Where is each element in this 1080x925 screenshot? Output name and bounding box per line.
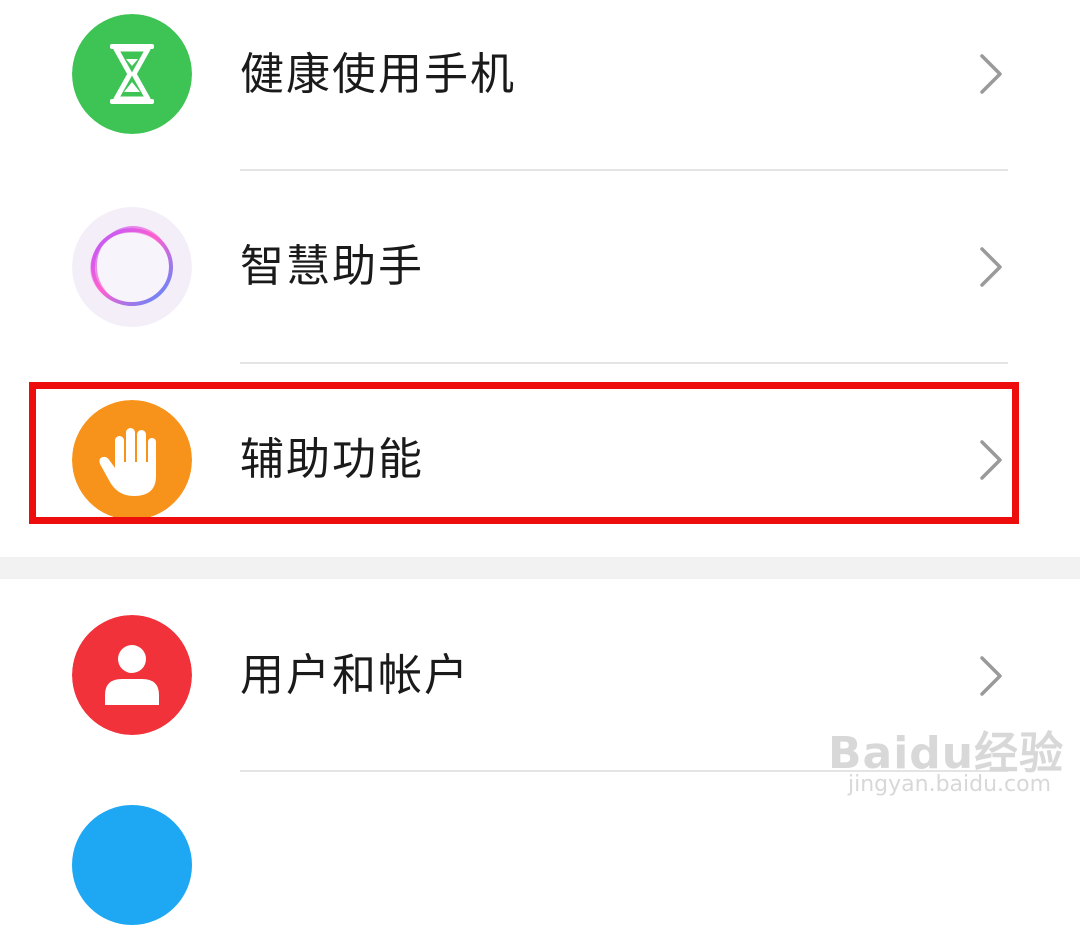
section-divider [0, 557, 1080, 579]
chevron-right-icon [980, 656, 1002, 696]
assistant-ring-icon [72, 207, 192, 327]
settings-item-digital-balance[interactable]: 健康使用手机 [0, 0, 1080, 170]
chevron-right-icon [980, 54, 1002, 94]
hourglass-icon [72, 14, 192, 134]
user-icon [72, 615, 192, 735]
chevron-right-icon [980, 247, 1002, 287]
settings-item-label: 用户和帐户 [240, 650, 470, 701]
watermark-url: jingyan.baidu.com [848, 772, 1052, 797]
settings-item-label: 智慧助手 [240, 241, 424, 292]
next-item-icon [72, 805, 192, 925]
settings-item-label: 健康使用手机 [240, 49, 516, 100]
settings-item-smart-assistant[interactable]: 智慧助手 [0, 171, 1080, 362]
highlight-box [29, 382, 1019, 524]
